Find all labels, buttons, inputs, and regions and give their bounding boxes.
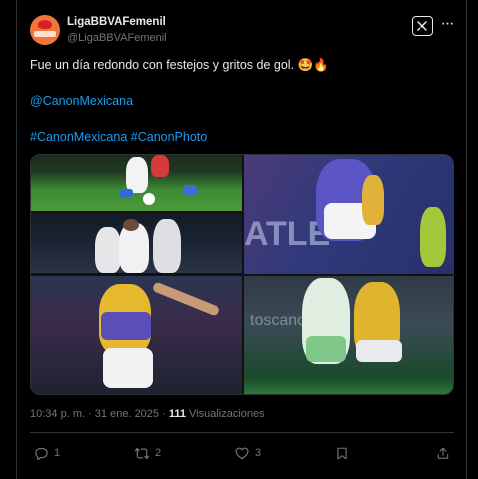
logo-wordmark [34,31,56,37]
avatar[interactable] [30,15,60,45]
bookmark-icon [337,447,347,459]
grok-icon [417,21,427,31]
share-button[interactable] [436,444,450,462]
reply-button[interactable]: 1 [34,444,60,462]
like-icon [235,447,249,459]
photo-grid[interactable]: ATLÉ toscanos [30,154,454,395]
retweet-button[interactable]: 2 [134,444,161,462]
retweet-count: 2 [155,447,162,459]
like-button[interactable]: 3 [234,444,261,462]
reply-count: 1 [54,447,61,459]
retweet-icon [134,447,150,459]
mention-link[interactable]: @CanonMexicana [30,94,133,108]
timestamp[interactable]: 10:34 p. m. · 31 ene. 2025 · [30,408,169,420]
views-count: 111 [168,408,186,420]
photo-2[interactable] [31,213,242,273]
photo-3[interactable]: ATLÉ [244,155,453,274]
logo-mark [38,20,52,29]
tweet-text: Fue un día redondo con festejos y gritos… [30,58,329,72]
reply-icon [35,447,48,460]
bookmark-button[interactable] [335,444,349,462]
divider [30,432,454,433]
hashtag-links[interactable]: #CanonMexicana #CanonPhoto [30,130,207,144]
author-name[interactable]: LigaBBVAFemenil [67,16,166,28]
views-label: Visualizaciones [185,408,265,420]
author-handle[interactable]: @LigaBBVAFemenil [67,32,167,44]
like-count: 3 [255,447,262,459]
photo-5[interactable]: toscanos [244,276,453,394]
photo-4[interactable] [31,276,242,394]
more-icon[interactable]: ··· [439,15,455,35]
share-icon [437,447,449,459]
photo-1[interactable] [31,155,242,211]
grok-button[interactable] [412,16,433,36]
tweet-meta: 10:34 p. m. · 31 ene. 2025 · 111 Visuali… [30,408,265,420]
